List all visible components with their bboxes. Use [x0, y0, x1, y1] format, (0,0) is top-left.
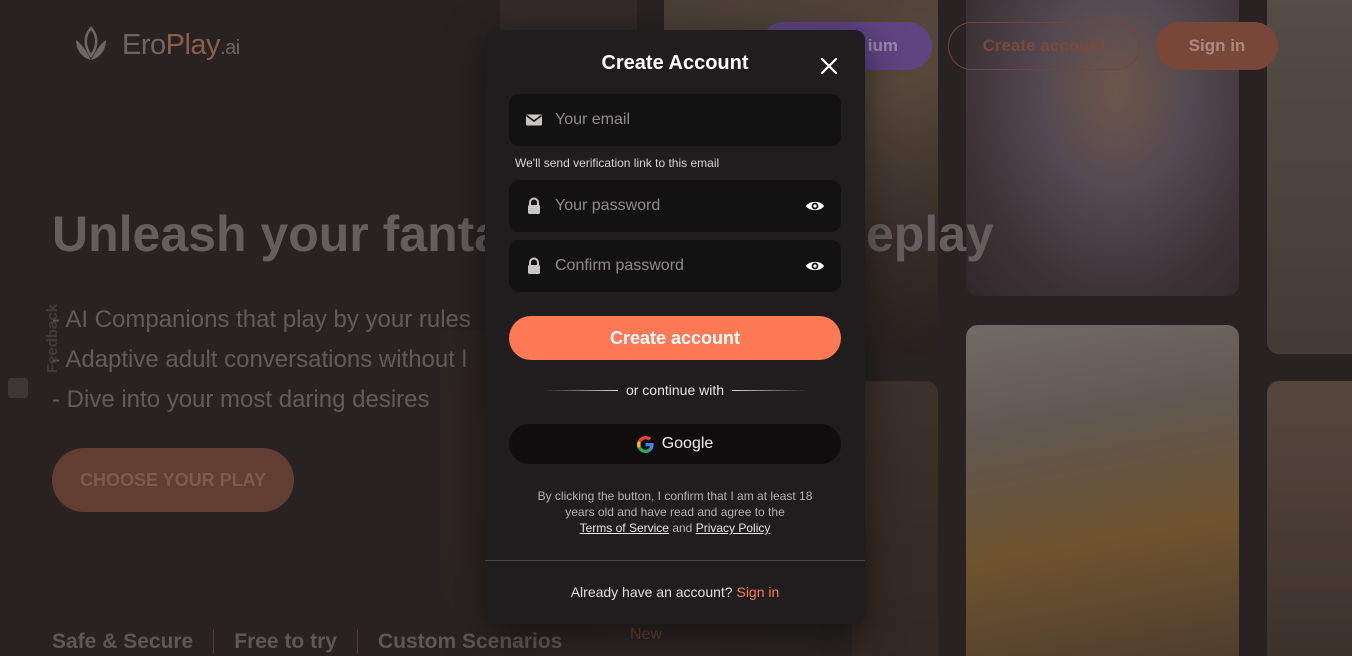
- password-input[interactable]: [555, 197, 805, 215]
- terms-of-service-link[interactable]: Terms of Service: [580, 521, 669, 535]
- lock-icon: [528, 257, 540, 274]
- terms-text: By clicking the button, I confirm that I…: [537, 489, 813, 519]
- modal-separator: [485, 560, 865, 561]
- create-account-modal: Create Account We'll send verification l…: [485, 30, 865, 624]
- divider-line: [732, 389, 809, 391]
- show-password-eye-icon[interactable]: [805, 196, 825, 216]
- modal-sign-in-link[interactable]: Sign in: [736, 584, 779, 600]
- email-field[interactable]: [509, 94, 841, 146]
- google-icon: [636, 435, 654, 453]
- mail-icon: [526, 114, 542, 126]
- show-confirm-password-eye-icon[interactable]: [805, 256, 825, 276]
- close-icon[interactable]: [817, 54, 841, 78]
- footer-prompt-text: Already have an account?: [570, 584, 733, 600]
- lock-icon: [528, 197, 540, 214]
- email-hint: We'll send verification link to this ema…: [515, 156, 720, 170]
- privacy-policy-link[interactable]: Privacy Policy: [696, 521, 771, 535]
- google-button-label: Google: [661, 435, 714, 452]
- email-input[interactable]: [555, 111, 825, 129]
- or-divider: or continue with: [485, 382, 865, 398]
- create-account-button[interactable]: Create account: [509, 316, 841, 360]
- password-field[interactable]: [509, 180, 841, 232]
- terms-and-text: and: [672, 521, 693, 535]
- terms-notice: By clicking the button, I confirm that I…: [525, 488, 825, 536]
- confirm-password-field[interactable]: [509, 240, 841, 292]
- google-signin-button[interactable]: Google: [509, 424, 841, 464]
- divider-text: or continue with: [625, 382, 725, 398]
- modal-title: Create Account: [601, 52, 749, 74]
- sign-in-prompt: Already have an account? Sign in: [485, 584, 865, 600]
- divider-line: [541, 389, 618, 391]
- confirm-password-input[interactable]: [555, 257, 805, 275]
